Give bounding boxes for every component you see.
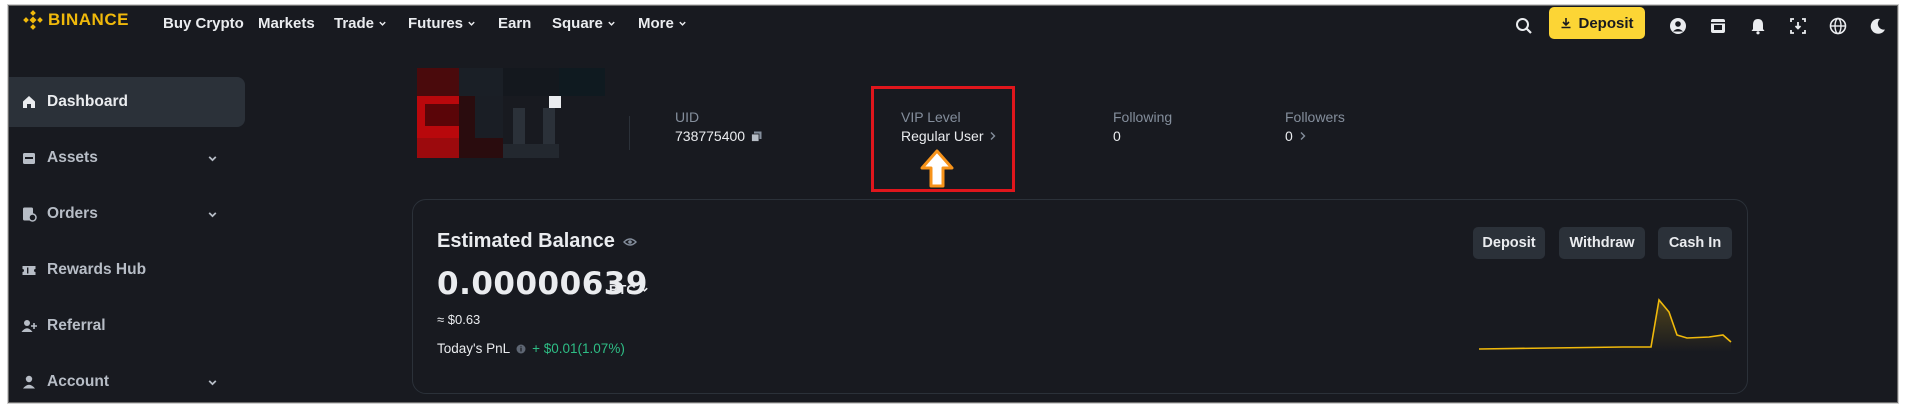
user-icon[interactable]	[1669, 17, 1687, 35]
theme-moon-icon[interactable]	[1869, 17, 1887, 35]
sidebar-item-label: Rewards Hub	[47, 261, 147, 278]
chevron-right-icon	[1300, 132, 1306, 140]
followers-value[interactable]: 0	[1285, 128, 1307, 144]
nav-label: Markets	[258, 15, 315, 32]
followers-count: 0	[1285, 128, 1293, 144]
chevron-down-icon	[208, 380, 217, 386]
nav-buy-crypto[interactable]: Buy Crypto	[163, 15, 244, 32]
nav-label: Futures	[408, 15, 464, 32]
nav-label: Earn	[498, 15, 532, 32]
sidebar-item-dashboard[interactable]: Dashboard	[9, 77, 245, 127]
chevron-down-icon	[679, 21, 686, 26]
uid-label: UID	[675, 109, 700, 125]
balance-title-text: Estimated Balance	[437, 230, 615, 252]
cash-in-button[interactable]: Cash In	[1658, 227, 1732, 259]
top-navigation: BINANCE Buy Crypto Markets Trade Futures…	[9, 6, 1897, 39]
sidebar-item-assets[interactable]: Assets	[9, 133, 245, 183]
chevron-down-icon	[608, 21, 615, 26]
brand-name: BINANCE	[48, 10, 129, 29]
assets-icon	[23, 153, 35, 164]
avatar[interactable]	[411, 68, 605, 158]
withdraw-button[interactable]: Withdraw	[1559, 227, 1645, 259]
following-label: Following	[1113, 109, 1173, 125]
uid-value: 738775400	[675, 128, 762, 144]
account-icon	[23, 375, 35, 389]
sidebar-item-rewards-hub[interactable]: Rewards Hub	[9, 245, 245, 295]
wallet-icon[interactable]	[1709, 17, 1727, 35]
deposit-button[interactable]: Deposit	[1549, 7, 1645, 39]
pnl-value: + $0.01(1.07%)	[532, 341, 625, 356]
nav-square[interactable]: Square	[552, 15, 616, 32]
balance-unit-select[interactable]: BTC	[609, 282, 649, 297]
info-icon[interactable]	[516, 344, 526, 354]
uid-number: 738775400	[675, 128, 746, 144]
nav-label: Trade	[334, 15, 375, 32]
balance-fiat: ≈ $0.63	[437, 312, 481, 327]
nav-trade[interactable]: Trade	[334, 15, 387, 32]
chevron-down-icon	[468, 21, 475, 26]
chevron-down-icon	[640, 287, 648, 292]
followers-label: Followers	[1285, 109, 1345, 125]
download-icon	[1561, 18, 1571, 29]
balance-title: Estimated Balance	[437, 230, 637, 253]
ticket-icon	[22, 266, 36, 275]
sidebar-item-label: Assets	[47, 149, 98, 166]
orders-icon	[23, 207, 37, 222]
app-download-icon[interactable]	[1789, 17, 1807, 35]
divider	[629, 116, 630, 150]
add-user-icon	[21, 320, 37, 332]
balance-unit-text: BTC	[609, 282, 636, 297]
chevron-down-icon	[208, 212, 217, 218]
binance-logo[interactable]: BINANCE	[23, 10, 129, 30]
todays-pnl: Today's PnL + $0.01(1.07%)	[437, 341, 625, 356]
pnl-label: Today's PnL	[437, 341, 511, 356]
nav-label: More	[638, 15, 674, 32]
sidebar-item-label: Orders	[47, 205, 98, 222]
copy-icon[interactable]	[751, 131, 762, 142]
nav-markets[interactable]: Markets	[258, 15, 315, 32]
sidebar-item-referral[interactable]: Referral	[9, 301, 245, 351]
deposit-button[interactable]: Deposit	[1473, 227, 1545, 259]
chevron-down-icon	[379, 21, 386, 26]
nav-more[interactable]: More	[638, 15, 687, 32]
balance-sparkline	[1478, 298, 1732, 352]
nav-label: Square	[552, 15, 603, 32]
sidebar-item-orders[interactable]: Orders	[9, 189, 245, 239]
sidebar-item-label: Dashboard	[47, 93, 128, 110]
deposit-label: Deposit	[1578, 14, 1634, 32]
search-icon[interactable]	[1515, 17, 1533, 35]
nav-earn[interactable]: Earn	[498, 15, 531, 32]
binance-logo-icon	[23, 10, 43, 30]
chevron-down-icon	[208, 156, 217, 162]
estimated-balance-card: Estimated Balance 0.00000639 BTC ≈ $0.63…	[412, 199, 1748, 394]
app-window: BINANCE Buy Crypto Markets Trade Futures…	[8, 5, 1898, 403]
sidebar-item-account[interactable]: Account	[9, 357, 245, 402]
sidebar-item-label: Account	[47, 373, 109, 390]
sidebar-item-label: Referral	[47, 317, 106, 334]
annotation-arrow-up-icon	[920, 149, 954, 188]
eye-icon[interactable]	[622, 237, 637, 247]
nav-futures[interactable]: Futures	[408, 15, 476, 32]
nav-label: Buy Crypto	[163, 15, 244, 32]
globe-icon[interactable]	[1829, 17, 1847, 35]
following-value[interactable]: 0	[1113, 128, 1121, 144]
home-icon	[23, 96, 35, 108]
bell-icon[interactable]	[1749, 17, 1767, 35]
